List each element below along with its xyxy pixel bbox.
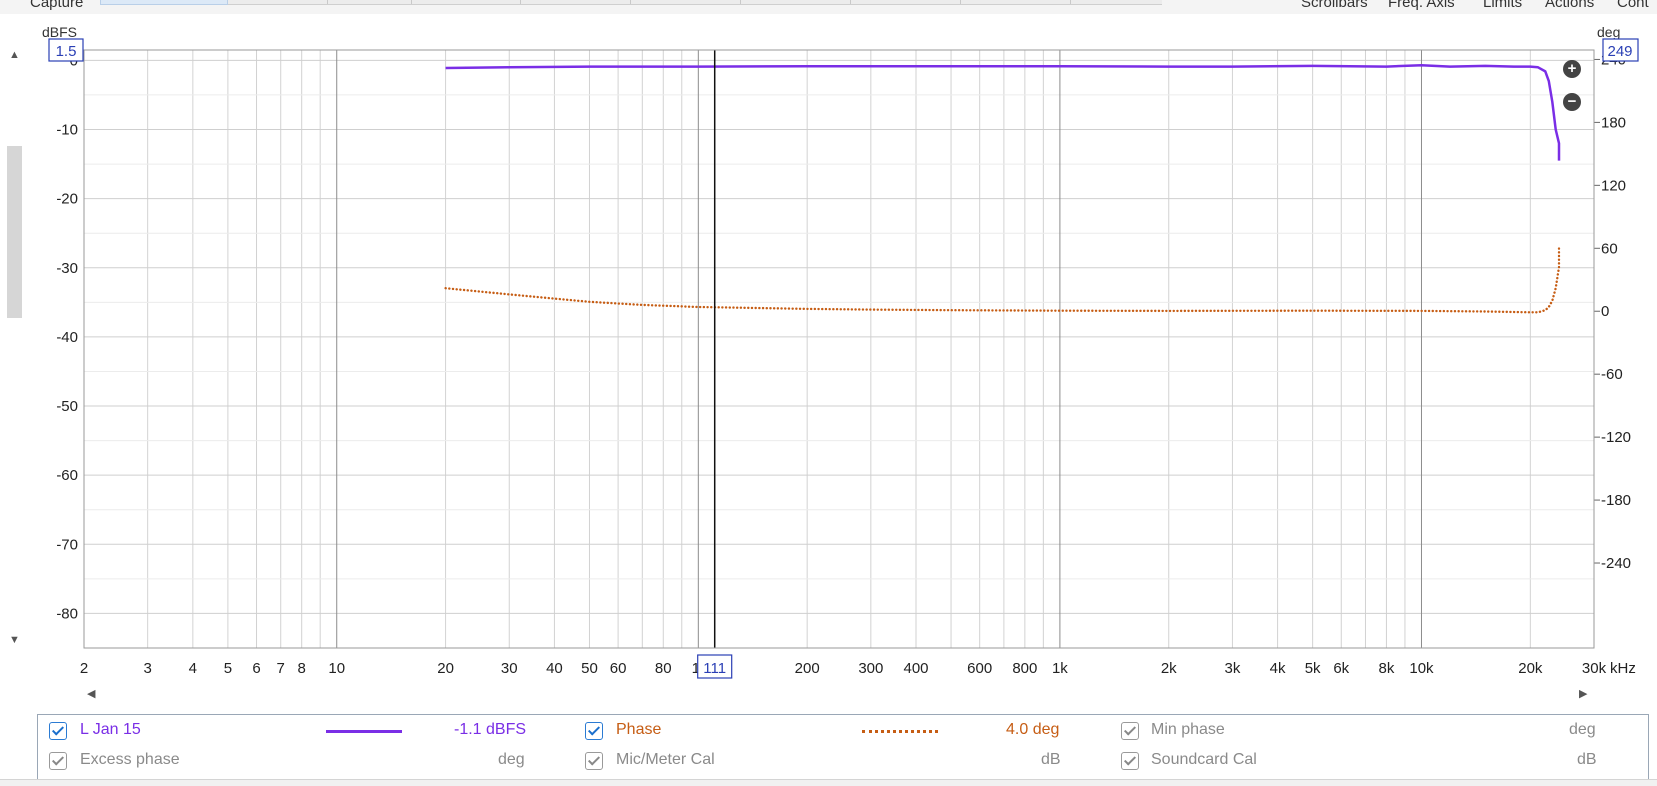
x-tick-label: 30k (1582, 660, 1607, 677)
y-left-tick-label: -10 (56, 122, 78, 139)
legend-value-excess-phase: deg (498, 751, 525, 768)
legend-value-min-phase: deg (1569, 721, 1596, 738)
x-tick-label: 50 (581, 660, 598, 677)
legend-panel: L Jan 15 -1.1 dBFS Phase 4.0 deg Min pha… (37, 714, 1649, 780)
legend-label-mic-meter-cal: Mic/Meter Cal (616, 751, 715, 768)
legend-checkbox-min-phase[interactable] (1121, 722, 1139, 740)
y-right-tick-label: 0 (1601, 303, 1609, 320)
x-tick-label: 6k (1333, 660, 1349, 677)
y-right-tick-label: 120 (1601, 177, 1626, 194)
x-tick-label: 400 (903, 660, 928, 677)
x-tick-label: 8k (1379, 660, 1395, 677)
y-right-tick-label: -60 (1601, 366, 1623, 383)
x-tick-label: 800 (1012, 660, 1037, 677)
x-tick-label: 1k (1052, 660, 1068, 677)
x-tick-label: 200 (795, 660, 820, 677)
x-tick-label: 8 (298, 660, 306, 677)
y-right-tick-label: 60 (1601, 240, 1618, 257)
x-tick-label: 3k (1224, 660, 1240, 677)
x-tick-label: 5k (1305, 660, 1321, 677)
legend-checkbox-l-jan-15[interactable] (49, 722, 67, 740)
legend-value-soundcard-cal: dB (1577, 751, 1597, 768)
legend-checkbox-soundcard-cal[interactable] (1121, 752, 1139, 770)
y-right-tick-label: 180 (1601, 114, 1626, 131)
x-tick-label: 30 (501, 660, 518, 677)
x-tick-label: 300 (858, 660, 883, 677)
y-right-tick-label: -180 (1601, 492, 1631, 509)
y-left-tick-label: -20 (56, 191, 78, 208)
legend-swatch-phase (862, 730, 938, 733)
y-right-tick-label: -240 (1601, 555, 1631, 572)
right-axis-top-value: 249 (1607, 43, 1632, 60)
legend-checkbox-phase[interactable] (585, 722, 603, 740)
x-tick-label: 5 (224, 660, 232, 677)
x-tick-label: 4k (1270, 660, 1286, 677)
x-tick-label: 2 (80, 660, 88, 677)
legend-value-l-jan-15: -1.1 dBFS (454, 721, 527, 738)
left-axis-top-value: 1.5 (56, 43, 77, 60)
legend-label-phase: Phase (616, 721, 662, 738)
legend-value-mic-meter-cal: dB (1041, 751, 1061, 768)
x-tick-label: 10k (1409, 660, 1434, 677)
x-tick-label: 7 (277, 660, 285, 677)
x-tick-label: 3 (143, 660, 151, 677)
legend-label-excess-phase: Excess phase (80, 751, 180, 768)
x-tick-label: 20k (1518, 660, 1543, 677)
y-left-tick-label: -70 (56, 536, 78, 553)
legend-swatch-l-jan-15 (326, 730, 402, 733)
x-tick-label: 80 (655, 660, 672, 677)
legend-checkbox-mic-meter-cal[interactable] (585, 752, 603, 770)
legend-label-soundcard-cal: Soundcard Cal (1151, 751, 1257, 768)
frequency-response-chart[interactable]: 2345678102030405060801(2003004006008001k… (0, 0, 1657, 700)
zoom-in-icon[interactable]: + (1563, 60, 1581, 78)
legend-label-min-phase: Min phase (1151, 721, 1225, 738)
zoom-out-icon[interactable]: − (1563, 93, 1581, 111)
cursor-value-label: 111 (703, 660, 726, 677)
legend-checkbox-excess-phase[interactable] (49, 752, 67, 770)
y-left-tick-label: -40 (56, 329, 78, 346)
y-right-tick-label: -120 (1601, 429, 1631, 446)
y-left-tick-label: -80 (56, 605, 78, 622)
legend-label-l-jan-15: L Jan 15 (80, 721, 141, 738)
x-axis-unit: kHz (1610, 660, 1636, 677)
y-left-tick-label: -60 (56, 467, 78, 484)
x-tick-label: 60 (610, 660, 627, 677)
x-tick-label: 10 (328, 660, 345, 677)
x-tick-label: 6 (252, 660, 260, 677)
y-left-tick-label: -30 (56, 260, 78, 277)
x-tick-label: 40 (546, 660, 563, 677)
x-tick-label: 20 (437, 660, 454, 677)
x-tick-label: 2k (1161, 660, 1177, 677)
legend-value-phase: 4.0 deg (1006, 721, 1060, 738)
y-left-tick-label: -50 (56, 398, 78, 415)
x-tick-label: 600 (967, 660, 992, 677)
x-tick-label: 4 (189, 660, 197, 677)
